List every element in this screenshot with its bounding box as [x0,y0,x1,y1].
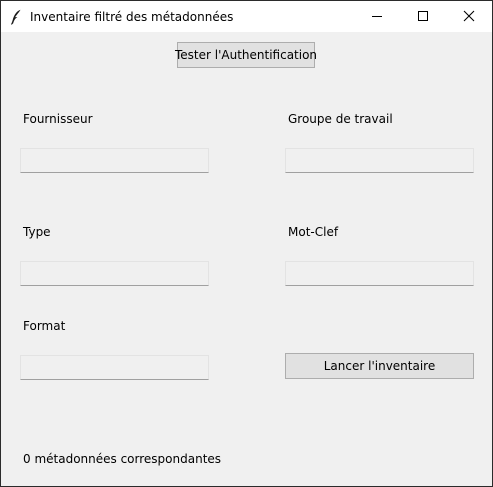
app-window: Inventaire filtré des métadonnées Tester… [0,0,493,487]
window-title: Inventaire filtré des métadonnées [30,10,234,24]
maximize-icon [418,11,428,21]
maximize-button[interactable] [400,1,446,32]
run-inventory-button[interactable]: Lancer l'inventaire [285,353,474,379]
mot-clef-label: Mot-Clef [288,225,339,239]
format-label: Format [23,319,66,333]
results-count-text: 0 métadonnées correspondantes [23,452,222,466]
type-label: Type [23,225,51,239]
minimize-button[interactable] [354,1,400,32]
type-input[interactable] [20,261,209,286]
fournisseur-label: Fournisseur [23,112,93,126]
format-input[interactable] [20,355,209,380]
close-button[interactable] [446,1,492,32]
fournisseur-input[interactable] [20,148,209,173]
feather-icon [10,9,22,25]
minimize-icon [372,16,382,17]
title-bar[interactable]: Inventaire filtré des métadonnées [1,1,492,32]
test-auth-button[interactable]: Tester l'Authentification [175,42,317,68]
groupe-travail-label: Groupe de travail [288,112,393,126]
close-icon [463,10,475,22]
groupe-travail-input[interactable] [285,148,474,173]
mot-clef-input[interactable] [285,261,474,286]
